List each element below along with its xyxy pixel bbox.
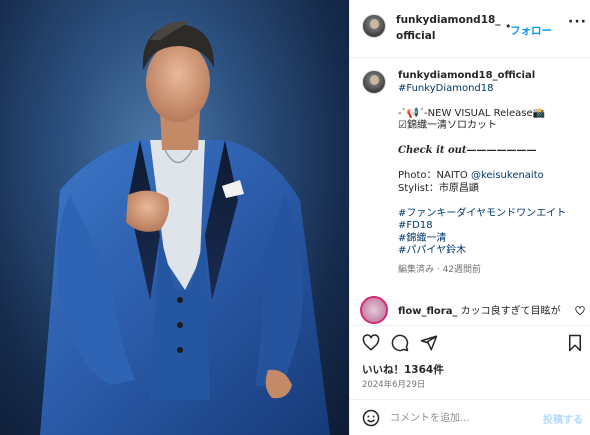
post-comment-button[interactable]: 投稿する bbox=[543, 411, 583, 426]
caption-check-it-out: Check it out——————— bbox=[398, 145, 537, 156]
caption-avatar[interactable] bbox=[362, 70, 386, 94]
portrait-illustration bbox=[40, 21, 330, 435]
caption-meta: 編集済み · 42週間前 bbox=[398, 264, 482, 275]
caption-line: ☑錦織一清ソロカット bbox=[398, 120, 497, 131]
emoji-icon[interactable] bbox=[362, 409, 380, 427]
action-bar bbox=[350, 325, 590, 357]
photo-credit-label: Photo：NAITO bbox=[398, 170, 471, 181]
more-options-icon[interactable]: ··· bbox=[568, 14, 587, 30]
caption-gap bbox=[398, 195, 584, 208]
comment-icon[interactable] bbox=[391, 334, 409, 352]
comment-input[interactable] bbox=[390, 409, 530, 427]
commenter-avatar[interactable] bbox=[360, 296, 388, 324]
caption-hashtag[interactable]: #FD18 bbox=[398, 220, 584, 233]
caption-area: funkydiamond18_official #FunkyDiamond18 … bbox=[350, 58, 590, 328]
instagram-post-view: funkydiamond18_official • フォロー ··· funky… bbox=[0, 0, 590, 435]
post-header: funkydiamond18_official • フォロー ··· bbox=[350, 0, 590, 58]
post-photo[interactable] bbox=[0, 0, 349, 435]
caption-line: -`📢´-NEW VISUAL Release📸 bbox=[398, 107, 546, 119]
commenter-username[interactable]: flow_flora_ bbox=[398, 306, 457, 317]
caption-gap bbox=[398, 133, 584, 146]
author-avatar[interactable] bbox=[362, 14, 386, 38]
post-sidebar: funkydiamond18_official • フォロー ··· funky… bbox=[349, 0, 590, 435]
photographer-mention[interactable]: @keisukenaito bbox=[471, 170, 544, 181]
share-icon[interactable] bbox=[420, 334, 438, 352]
caption-stylist-credit: Stylist：市原昌顕 bbox=[398, 182, 479, 194]
caption-hashtag[interactable]: #ファンキーダイヤモンドワンエイト bbox=[398, 208, 584, 221]
caption-username[interactable]: funkydiamond18_official bbox=[398, 70, 584, 83]
caption-hashtag[interactable]: #FunkyDiamond18 bbox=[398, 83, 584, 96]
comment-item: flow_flora_ カッコ良すぎて目眩が bbox=[350, 296, 590, 326]
like-count[interactable]: いいね！1364件 bbox=[362, 362, 444, 377]
post-date[interactable]: 2024年6月29日 bbox=[362, 378, 425, 390]
comment-text: flow_flora_ カッコ良すぎて目眩が bbox=[398, 302, 561, 317]
caption-hashtag[interactable]: #パパイヤ鈴木 bbox=[398, 245, 584, 258]
caption-text: funkydiamond18_official #FunkyDiamond18 … bbox=[398, 70, 584, 276]
comment-like-icon[interactable] bbox=[575, 306, 585, 316]
caption-gap bbox=[398, 95, 584, 108]
add-comment-bar: 投稿する bbox=[350, 399, 590, 435]
caption-gap bbox=[398, 158, 584, 171]
author-username[interactable]: funkydiamond18_official bbox=[396, 12, 506, 44]
follow-button[interactable]: フォロー bbox=[510, 23, 552, 38]
caption-photo-credit: Photo：NAITO @keisukenaito bbox=[398, 170, 584, 183]
comment-body: カッコ良すぎて目眩が bbox=[460, 306, 561, 317]
heart-icon[interactable] bbox=[362, 334, 380, 352]
bookmark-icon[interactable] bbox=[567, 334, 583, 352]
caption-hashtag[interactable]: #錦織一清 bbox=[398, 233, 584, 246]
